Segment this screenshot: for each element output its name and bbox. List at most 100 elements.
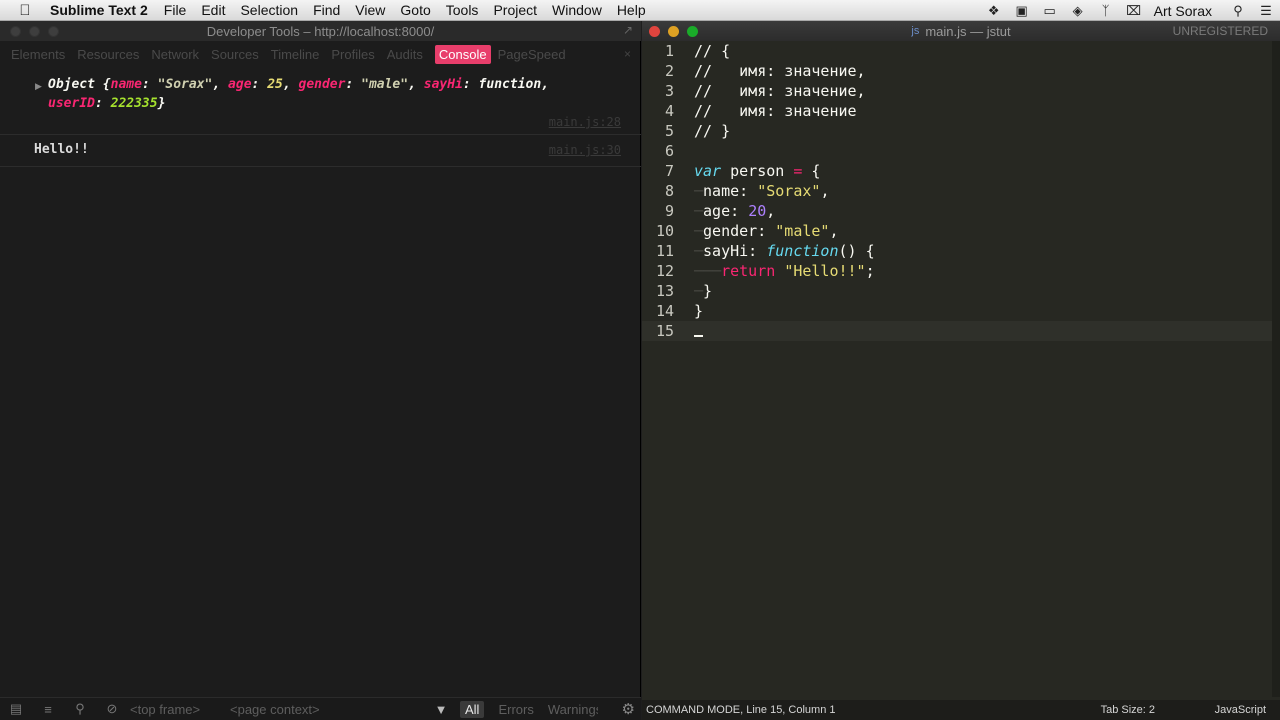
menu-bar:  Sublime Text 2 File Edit Selection Fin… bbox=[0, 0, 1280, 21]
line-number: 1 bbox=[664, 42, 674, 60]
code-comment: // } bbox=[694, 122, 731, 140]
devtools-bottom-bar: ▤ ≡ ⚲ ⊘ <top frame> <page context> ▼ All… bbox=[0, 697, 641, 720]
line-number: 15 bbox=[655, 322, 674, 340]
line-number: 10 bbox=[655, 222, 674, 240]
line-number: 2 bbox=[664, 62, 674, 80]
code-brace: } bbox=[694, 302, 704, 320]
tab-timeline[interactable]: Timeline bbox=[271, 47, 320, 62]
apple-icon[interactable]:  bbox=[0, 2, 50, 19]
gear-icon[interactable]: ⚙ bbox=[622, 700, 635, 718]
object-key-name: name bbox=[110, 77, 142, 92]
line-number: 6 bbox=[664, 142, 674, 160]
code-line: 12 ───return "Hello!!"; bbox=[642, 261, 1272, 281]
tab-size-selector[interactable]: Tab Size: 2 bbox=[1101, 704, 1155, 716]
menu-file[interactable]: File bbox=[164, 2, 187, 18]
code-editor[interactable]: 1 // { 2 // имя: значение, 3 // имя: зна… bbox=[642, 41, 1272, 697]
level-errors[interactable]: Errors bbox=[498, 702, 533, 717]
code-line: 7 var person = { bbox=[642, 161, 1272, 181]
code-line: 10 ─gender: "male", bbox=[642, 221, 1272, 241]
code-string: "male" bbox=[775, 222, 830, 240]
sublime-title: main.js — jstut bbox=[925, 23, 1011, 39]
menu-app-name[interactable]: Sublime Text 2 bbox=[50, 2, 148, 18]
object-prefix: Object { bbox=[48, 77, 111, 92]
tab-sources[interactable]: Sources bbox=[211, 47, 259, 62]
code-line: 8 ─name: "Sorax", bbox=[642, 181, 1272, 201]
console-object-entry: ▶ Object {name: "Sorax", age: 25, gender… bbox=[0, 73, 641, 135]
code-string: "Sorax" bbox=[757, 182, 821, 200]
frame-selector[interactable]: <top frame> bbox=[130, 702, 230, 717]
object-key-sayhi: sayHi bbox=[423, 77, 463, 92]
tab-audits[interactable]: Audits bbox=[387, 47, 423, 62]
menu-window[interactable]: Window bbox=[552, 2, 602, 18]
menu-edit[interactable]: Edit bbox=[201, 2, 225, 18]
clear-console-icon[interactable]: ⊘ bbox=[96, 701, 128, 717]
window-minimize-button[interactable] bbox=[668, 26, 679, 37]
object-value-age: 25 bbox=[267, 77, 283, 92]
tab-pagespeed[interactable]: PageSpeed bbox=[498, 47, 566, 62]
menu-goto[interactable]: Goto bbox=[400, 2, 430, 18]
code-brace: } bbox=[703, 282, 713, 300]
menu-find[interactable]: Find bbox=[313, 2, 340, 18]
tab-network[interactable]: Network bbox=[151, 47, 199, 62]
airplay-icon[interactable]: ▭ bbox=[1036, 3, 1064, 19]
level-warnings[interactable]: Warnings bbox=[548, 702, 598, 717]
code-property: name: bbox=[703, 182, 749, 200]
code-text: ─} bbox=[694, 282, 713, 300]
code-brace: { bbox=[811, 162, 821, 180]
user-name[interactable]: Art Sorax bbox=[1154, 3, 1212, 19]
devtools-title: Developer Tools – http://localhost:8000/ bbox=[206, 23, 435, 39]
source-link-30[interactable]: main.js:30 bbox=[549, 143, 621, 157]
console-log: ▶ Object {name: "Sorax", age: 25, gender… bbox=[0, 73, 641, 167]
code-keyword: var bbox=[694, 162, 722, 180]
tab-elements[interactable]: Elements bbox=[11, 47, 65, 62]
drawer-icon[interactable]: ≡ bbox=[32, 702, 64, 717]
code-comment: // имя: значение, bbox=[694, 62, 866, 80]
menu-tools[interactable]: Tools bbox=[446, 2, 479, 18]
menu-project[interactable]: Project bbox=[493, 2, 537, 18]
devtools-minimize-button[interactable] bbox=[29, 26, 40, 37]
dock-icon[interactable]: ▤ bbox=[0, 701, 32, 717]
spotlight-search-icon[interactable]: ⚲ bbox=[1224, 3, 1252, 19]
text-cursor bbox=[694, 335, 703, 337]
keyboard-icon[interactable]: ⌧ bbox=[1120, 3, 1148, 19]
line-number: 13 bbox=[655, 282, 674, 300]
line-number: 14 bbox=[655, 302, 674, 320]
notification-list-icon[interactable]: ☰ bbox=[1252, 3, 1280, 19]
screen-icon[interactable]: ▣ bbox=[1008, 3, 1036, 19]
expand-arrow-icon[interactable]: ▶ bbox=[35, 81, 42, 92]
devtools-close-button[interactable] bbox=[10, 26, 21, 37]
tab-console[interactable]: Console bbox=[434, 44, 491, 64]
bluetooth-icon[interactable]: ᛉ bbox=[1092, 3, 1120, 18]
menu-view[interactable]: View bbox=[355, 2, 385, 18]
window-close-button[interactable] bbox=[649, 26, 660, 37]
line-number: 4 bbox=[664, 102, 674, 120]
context-selector[interactable]: <page context> bbox=[230, 702, 430, 717]
object-key-userid: userID bbox=[48, 96, 95, 111]
object-preview[interactable]: Object {name: "Sorax", age: 25, gender: … bbox=[48, 75, 608, 113]
level-all[interactable]: All bbox=[460, 700, 485, 718]
window-zoom-button[interactable] bbox=[687, 26, 698, 37]
close-icon[interactable]: × bbox=[624, 47, 631, 61]
search-icon[interactable]: ⚲ bbox=[64, 701, 96, 717]
source-link-28[interactable]: main.js:28 bbox=[549, 115, 621, 129]
tab-resources[interactable]: Resources bbox=[77, 47, 139, 62]
menu-selection[interactable]: Selection bbox=[240, 2, 298, 18]
object-key-gender: gender bbox=[298, 77, 346, 92]
menu-extras: ❖ ▣ ▭ ◈ ᛉ ⌧ Art Sorax ⚲ ☰ bbox=[980, 0, 1280, 21]
devtools-zoom-button[interactable] bbox=[48, 26, 59, 37]
object-value-name: "Sorax" bbox=[157, 77, 213, 92]
code-identifier: person bbox=[730, 162, 785, 180]
line-number: 11 bbox=[655, 242, 674, 260]
menu-help[interactable]: Help bbox=[617, 2, 646, 18]
fullscreen-icon[interactable]: ↗ bbox=[623, 23, 633, 37]
syntax-selector[interactable]: JavaScript bbox=[1215, 704, 1266, 716]
code-text: ─age: 20, bbox=[694, 202, 776, 220]
object-value-userid: 222335 bbox=[110, 96, 158, 111]
tab-profiles[interactable]: Profiles bbox=[331, 47, 374, 62]
editor-scrollbar[interactable] bbox=[1272, 41, 1280, 697]
filter-icon[interactable]: ▼ bbox=[430, 702, 452, 717]
console-message: Hello!! bbox=[34, 142, 89, 157]
wifi-icon[interactable]: ◈ bbox=[1064, 3, 1092, 19]
dropbox-icon[interactable]: ❖ bbox=[980, 3, 1008, 19]
code-line: 5 // } bbox=[642, 121, 1272, 141]
